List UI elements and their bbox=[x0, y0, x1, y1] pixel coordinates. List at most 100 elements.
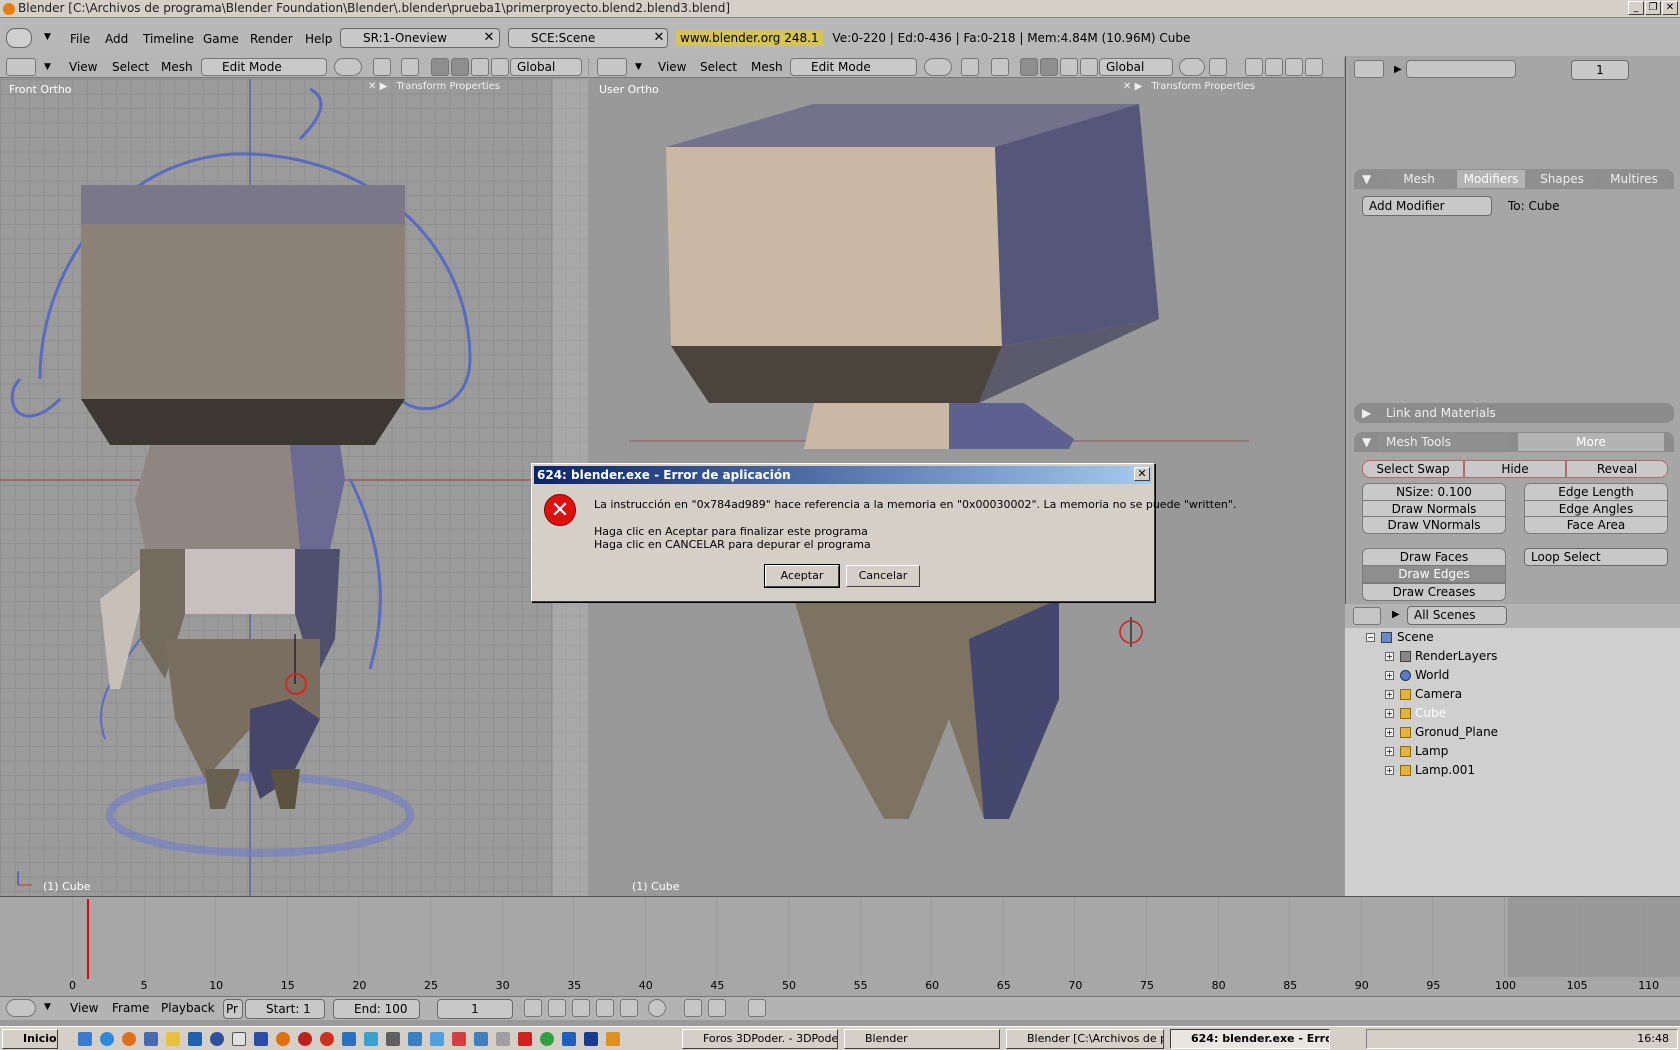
face-select-icon[interactable] bbox=[1285, 58, 1303, 76]
tab-shapes[interactable]: Shapes bbox=[1528, 170, 1596, 188]
fast-forward-icon[interactable] bbox=[596, 999, 614, 1017]
scene-selector[interactable]: SCE:Scene bbox=[508, 28, 668, 48]
tab-modifiers[interactable]: Modifiers bbox=[1457, 170, 1525, 188]
menu-timeline[interactable]: Timeline bbox=[143, 32, 194, 46]
app-icon[interactable] bbox=[342, 1032, 356, 1046]
translate-manipulator-icon[interactable] bbox=[431, 58, 449, 76]
view3d-type-icon[interactable] bbox=[6, 58, 36, 76]
accept-button[interactable]: Aceptar bbox=[764, 564, 840, 588]
menu-select[interactable]: Select bbox=[700, 60, 737, 74]
outliner-row-world[interactable]: + World bbox=[1345, 666, 1680, 685]
menu-view[interactable]: View bbox=[69, 60, 97, 74]
screen-selector[interactable]: SR:1-Oneview bbox=[340, 28, 500, 48]
timeline[interactable]: 0 5 10 15 20 25 30 35 40 45 50 55 60 65 70 75 80 85 90 95 10… bbox=[0, 896, 1680, 996]
keyframe-icon[interactable] bbox=[684, 999, 702, 1017]
app-icon[interactable] bbox=[430, 1032, 444, 1046]
outliner-row-camera[interactable]: + Camera bbox=[1345, 685, 1680, 704]
app-icon[interactable] bbox=[496, 1032, 510, 1046]
snap-icon[interactable] bbox=[401, 58, 419, 76]
triangle-icon[interactable]: ▶ bbox=[380, 81, 388, 92]
manipulator-toggle-icon[interactable] bbox=[491, 58, 509, 76]
close-screen-icon[interactable]: ✕ bbox=[480, 29, 498, 47]
task-blender-main[interactable]: Blender [C:\Archivos de p... bbox=[1006, 1029, 1164, 1049]
tab-mesh[interactable]: Mesh bbox=[1386, 170, 1452, 188]
app-icon[interactable] bbox=[232, 1032, 246, 1046]
app-icon[interactable] bbox=[298, 1032, 312, 1046]
mode-selector[interactable]: Edit Mode bbox=[790, 58, 917, 76]
blender-url[interactable]: www.blender.org 248.1 bbox=[676, 30, 823, 46]
chevron-down-icon[interactable]: ▼ bbox=[44, 32, 51, 42]
tab-multires[interactable]: Multires bbox=[1599, 170, 1669, 188]
app-icon[interactable] bbox=[584, 1032, 598, 1046]
scene-filter-selector[interactable]: All Scenes bbox=[1407, 606, 1507, 625]
draw-type-icon[interactable] bbox=[334, 58, 362, 76]
blender-icon[interactable] bbox=[276, 1032, 290, 1046]
app-icon[interactable] bbox=[188, 1032, 202, 1046]
close-icon[interactable]: ✕ bbox=[1123, 81, 1131, 92]
menu-render[interactable]: Render bbox=[250, 32, 293, 46]
app-icon[interactable] bbox=[452, 1032, 466, 1046]
app-icon[interactable] bbox=[210, 1032, 224, 1046]
manipulator-toggle-icon[interactable] bbox=[1080, 58, 1098, 76]
draw-edges-button[interactable]: Draw Edges bbox=[1362, 565, 1506, 583]
current-frame-marker[interactable] bbox=[87, 899, 89, 979]
start-frame-field[interactable]: Start: 1 bbox=[245, 999, 325, 1019]
draw-type-icon[interactable] bbox=[924, 58, 952, 76]
expand-icon[interactable]: + bbox=[1385, 766, 1394, 775]
timeline-type-icon[interactable] bbox=[6, 999, 36, 1017]
select-swap-button[interactable]: Select Swap bbox=[1362, 460, 1464, 478]
expand-icon[interactable]: + bbox=[1385, 652, 1394, 661]
front-ortho-viewport[interactable]: Front Ortho (1) Cube ✕ ▶ Transform Prope… bbox=[0, 79, 588, 896]
frame-field[interactable]: 1 bbox=[1571, 60, 1629, 80]
proportional-edit-icon[interactable] bbox=[1179, 58, 1205, 76]
current-frame-field[interactable]: 1 bbox=[437, 999, 513, 1019]
cancel-button[interactable]: Cancelar bbox=[846, 565, 920, 587]
transform-panel-header[interactable]: ✕ ▶ Transform Properties bbox=[1123, 81, 1255, 92]
task-error-dialog[interactable]: 624: blender.exe - Error d... bbox=[1170, 1029, 1330, 1049]
reveal-button[interactable]: Reveal bbox=[1566, 460, 1668, 478]
jump-end-icon[interactable] bbox=[620, 999, 638, 1017]
orientation-selector[interactable]: Global bbox=[1099, 58, 1173, 76]
triangle-icon[interactable]: ▶ bbox=[1362, 403, 1371, 423]
dialog-close-button[interactable]: ✕ bbox=[1134, 467, 1150, 481]
loop-select-menu[interactable]: Loop Select bbox=[1524, 548, 1668, 566]
ie-icon[interactable] bbox=[100, 1032, 114, 1046]
menu-add[interactable]: Add bbox=[105, 32, 128, 46]
app-icon[interactable] bbox=[386, 1032, 400, 1046]
triangle-down-icon[interactable]: ▼ bbox=[1362, 169, 1371, 189]
link-materials-panel[interactable]: ▶ Link and Materials bbox=[1354, 403, 1674, 423]
snap-target-icon[interactable] bbox=[1209, 58, 1227, 76]
close-window-button[interactable]: ✕ bbox=[1662, 1, 1678, 15]
transform-panel-header[interactable]: ✕ ▶ Transform Properties bbox=[368, 81, 500, 92]
nsize-field[interactable]: NSize: 0.100 bbox=[1362, 483, 1506, 501]
app-icon[interactable] bbox=[364, 1032, 378, 1046]
task-blender[interactable]: Blender bbox=[844, 1029, 1000, 1049]
menu-select[interactable]: Select bbox=[112, 60, 149, 74]
menu-view[interactable]: View bbox=[70, 1001, 98, 1015]
close-scene-icon[interactable]: ✕ bbox=[650, 29, 668, 47]
orientation-selector[interactable]: Global bbox=[510, 58, 582, 76]
menu-help[interactable]: Help bbox=[305, 32, 332, 46]
app-icon[interactable] bbox=[166, 1032, 180, 1046]
end-frame-field[interactable]: End: 100 bbox=[333, 999, 420, 1019]
app-icon[interactable] bbox=[606, 1032, 620, 1046]
expand-icon[interactable]: + bbox=[1385, 690, 1394, 699]
rotate-manipulator-icon[interactable] bbox=[451, 58, 469, 76]
outliner-row-ground-plane[interactable]: + Gronud_Plane bbox=[1345, 723, 1680, 742]
outliner-type-icon[interactable] bbox=[1353, 607, 1381, 625]
context-buttons[interactable] bbox=[1406, 60, 1516, 78]
menu-playback[interactable]: Playback bbox=[161, 1001, 215, 1015]
app-icon[interactable] bbox=[540, 1032, 554, 1046]
buttons-window-type-icon[interactable] bbox=[1354, 60, 1384, 78]
view3d-type-icon[interactable] bbox=[597, 58, 627, 76]
snap-icon[interactable] bbox=[991, 58, 1009, 76]
edge-length-button[interactable]: Edge Length bbox=[1524, 483, 1668, 501]
rewind-icon[interactable] bbox=[548, 999, 566, 1017]
play-icon[interactable] bbox=[572, 999, 590, 1017]
menu-frame[interactable]: Frame bbox=[112, 1001, 149, 1015]
triangle-icon[interactable]: ▶ bbox=[1394, 64, 1402, 75]
pivot-icon[interactable] bbox=[373, 58, 391, 76]
expand-icon[interactable]: + bbox=[1385, 709, 1394, 718]
outliner-row-lamp[interactable]: + Lamp bbox=[1345, 742, 1680, 761]
rotate-manipulator-icon[interactable] bbox=[1040, 58, 1058, 76]
